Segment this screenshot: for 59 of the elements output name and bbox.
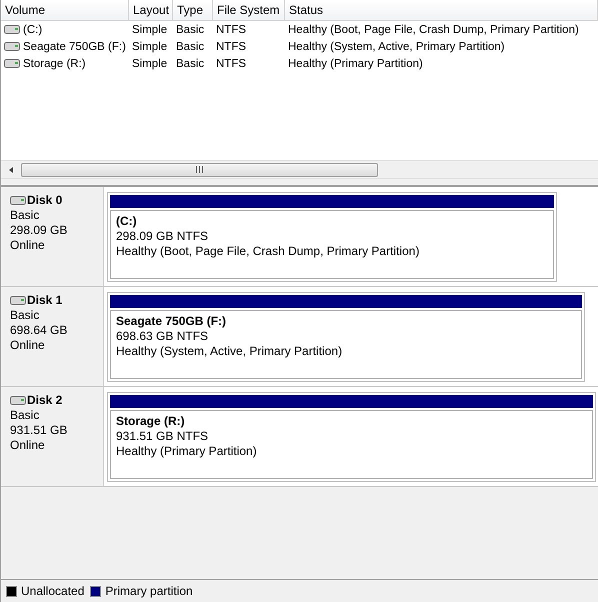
partition-block[interactable]: Seagate 750GB (F:) 698.63 GB NTFS Healthy (System, Active, Primary Partition): [107, 292, 585, 382]
table-cell: Seagate 750GB (F:): [23, 40, 126, 52]
splitter-bar[interactable]: [1, 179, 598, 187]
table-cell-text: Healthy (System, Active, Primary Partition): [287, 40, 506, 52]
legend-label: Unallocated: [21, 584, 84, 598]
partition-name: Seagate 750GB (F:): [116, 314, 228, 329]
drive-icon: [10, 396, 26, 405]
column-header[interactable]: Volume: [1, 0, 129, 20]
disk-panel[interactable]: Disk 2 Basic 931.51 GB Online: [1, 387, 104, 486]
disk-type: Basic: [10, 408, 40, 423]
partition-status: Healthy (Primary Partition): [116, 444, 258, 459]
table-cell-text: Simple: [131, 24, 168, 36]
table-cell-text: Basic: [175, 58, 206, 70]
column-header[interactable]: Layout: [129, 0, 173, 20]
disk-name: Disk 2: [27, 393, 62, 408]
drive-icon: [4, 59, 20, 68]
partition-size: 698.63 GB NTFS: [116, 329, 210, 344]
column-header[interactable]: Status: [285, 0, 598, 20]
horizontal-scrollbar[interactable]: [1, 160, 598, 179]
column-header[interactable]: File System: [213, 0, 285, 20]
scroll-thumb[interactable]: [21, 162, 378, 176]
partition-name: (C:): [116, 214, 138, 229]
table-cell-text: NTFS: [215, 40, 248, 52]
disk-name: Disk 0: [27, 193, 62, 208]
table-cell-text: Simple: [131, 58, 168, 70]
partition-status: Healthy (Boot, Page File, Crash Dump, Primary Partition): [116, 244, 420, 259]
disk-state: Online: [10, 338, 46, 353]
disk-type: Basic: [10, 308, 40, 323]
table-cell-text: Healthy (Boot, Page File, Crash Dump, Primary Partition): [287, 24, 580, 36]
legend-label: Primary partition: [105, 584, 193, 598]
disk-state: Online: [10, 438, 46, 453]
disk-size: 698.64 GB: [10, 323, 68, 338]
drive-icon: [4, 25, 20, 34]
table-cell-text: Simple: [131, 40, 168, 52]
disk-panel[interactable]: Disk 1 Basic 698.64 GB Online: [1, 287, 104, 386]
disk-state: Online: [10, 238, 46, 253]
disk-name: Disk 1: [27, 293, 62, 308]
table-cell-text: NTFS: [215, 58, 248, 70]
table-cell: (C:): [23, 24, 42, 36]
partition-block[interactable]: Storage (R:) 931.51 GB NTFS Healthy (Primary Partition): [107, 392, 596, 482]
disk-panel[interactable]: Disk 0 Basic 298.09 GB Online: [1, 187, 104, 286]
table-cell-text: Basic: [175, 40, 206, 52]
column-header[interactable]: Type: [173, 0, 213, 20]
table-cell-text: NTFS: [215, 24, 248, 36]
disk-size: 931.51 GB: [10, 423, 68, 438]
table-cell-text: Basic: [175, 24, 206, 36]
disk-size: 298.09 GB: [10, 223, 68, 238]
partition-status: Healthy (System, Active, Primary Partition): [116, 344, 344, 359]
partition-size: 931.51 GB NTFS: [116, 429, 210, 444]
drive-icon: [4, 42, 20, 51]
partition-name: Storage (R:): [116, 414, 186, 429]
grip-icon: [196, 166, 203, 173]
table-cell: Storage (R:): [23, 58, 86, 70]
disk-type: Basic: [10, 208, 40, 223]
partition-block[interactable]: (C:) 298.09 GB NTFS Healthy (Boot, Page File, Crash Dump, Primary Partition): [107, 192, 557, 282]
drive-icon: [10, 296, 26, 305]
drive-icon: [10, 196, 26, 205]
partition-size: 298.09 GB NTFS: [116, 229, 210, 244]
table-cell-text: Healthy (Primary Partition): [287, 58, 424, 70]
